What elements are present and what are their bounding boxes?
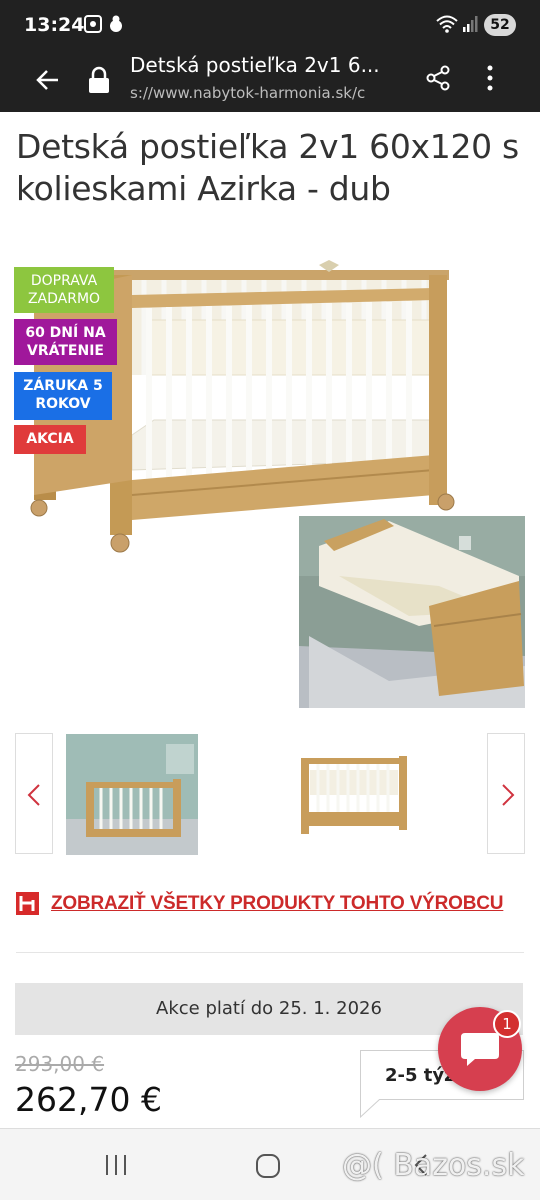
share-icon[interactable] xyxy=(425,65,451,96)
more-menu-icon[interactable] xyxy=(482,63,498,98)
chat-bubble-icon xyxy=(461,1033,499,1066)
back-arrow-icon[interactable] xyxy=(34,66,62,99)
signal-icon xyxy=(462,15,478,38)
page-title[interactable]: Detská postieľka 2v1 6... xyxy=(130,53,400,77)
badge-return-period: 60 DNÍ NA VRÁTENIE xyxy=(14,319,117,365)
browser-toolbar: Detská postieľka 2v1 6... s://www.nabyto… xyxy=(0,50,540,112)
wifi-icon xyxy=(436,15,458,38)
badge-free-shipping: DOPRAVA ZADARMO xyxy=(14,267,114,313)
chat-unread-badge: 1 xyxy=(493,1010,521,1038)
battery-indicator: 52 xyxy=(484,14,516,36)
old-price: 293,00 € xyxy=(15,1052,105,1076)
manufacturer-link-label[interactable]: ZOBRAZIŤ VŠETKY PRODUKTY TOHTO VÝROBCU xyxy=(51,893,504,915)
inset-lifestyle-image[interactable] xyxy=(299,516,525,708)
chevron-left-icon xyxy=(27,784,40,806)
status-bar: 13:24 52 xyxy=(0,0,540,50)
manufacturer-products-link[interactable]: ZOBRAZIŤ VŠETKY PRODUKTY TOHTO VÝROBCU xyxy=(16,890,526,920)
thumbnail-room[interactable] xyxy=(66,734,198,855)
lock-icon[interactable] xyxy=(88,66,110,99)
thumbnail-carousel xyxy=(0,733,540,855)
carousel-prev-button[interactable] xyxy=(15,733,53,854)
home-icon[interactable] xyxy=(255,1153,281,1184)
thumbnail-crib[interactable] xyxy=(296,750,412,840)
badge-warranty: ZÁRUKA 5 ROKOV xyxy=(14,372,112,420)
recent-apps-icon[interactable] xyxy=(104,1153,128,1182)
product-title: Detská postieľka 2v1 60x120 s kolieskami… xyxy=(16,127,519,208)
notification-icon xyxy=(108,15,124,38)
badge-sale: AKCIA xyxy=(14,425,86,454)
section-divider xyxy=(16,952,524,953)
bazos-watermark: @( Bazos.sk xyxy=(342,1148,525,1183)
current-price: 262,70 € xyxy=(15,1080,162,1119)
screenshot-icon xyxy=(84,15,102,38)
status-time: 13:24 xyxy=(24,14,85,36)
chevron-right-icon xyxy=(502,784,515,806)
carousel-next-button[interactable] xyxy=(487,733,525,854)
manufacturer-logo-icon xyxy=(16,892,39,915)
tooltip-tail-icon xyxy=(360,1099,381,1119)
page-url[interactable]: s://www.nabytok-harmonia.sk/c xyxy=(130,84,402,102)
